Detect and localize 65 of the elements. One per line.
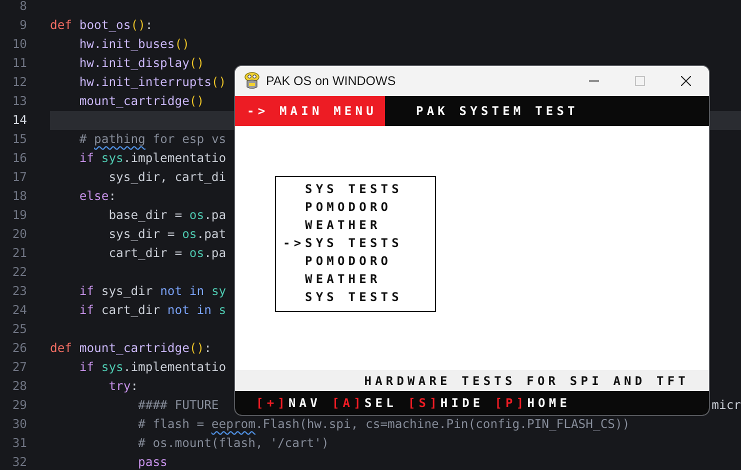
line-number: 15 (11, 131, 27, 148)
line-number: 19 (11, 207, 27, 224)
line-number: 29 (11, 397, 27, 414)
snake-icon (244, 72, 260, 90)
menu-item[interactable]: POMODORO (283, 252, 392, 270)
line-number: 13 (11, 93, 27, 110)
line-number: 10 (11, 36, 27, 54)
code-line: sys_dir, cart_di (108, 169, 226, 186)
line-number: 25 (11, 321, 27, 338)
close-icon (681, 76, 691, 86)
menu-label: -> MAIN MENU (235, 96, 385, 126)
code-line: hw.init_display() (78, 55, 204, 72)
code-line: cart_dir = os.pa (108, 245, 226, 262)
line-number: 16 (11, 150, 27, 168)
line-number: 12 (11, 74, 27, 92)
code-line: # pathing for esp vs (78, 131, 226, 148)
window-title: PAK OS on WINDOWS (266, 72, 396, 90)
code-line: pass (137, 454, 168, 470)
menu-item[interactable]: SYS TESTS (283, 180, 402, 198)
code-line: if sys.implementatio (78, 150, 226, 168)
menu-item[interactable]: ->SYS TESTS (283, 234, 402, 252)
code-line: #### FUTURE (137, 397, 219, 414)
code-line: # os.mount(flash, '/cart') (137, 435, 329, 452)
code-line: def mount_cartridge(): (50, 340, 212, 358)
line-number: 23 (11, 283, 27, 300)
menu-item[interactable]: WEATHER (283, 270, 381, 288)
code-line: if sys.implementatio (78, 359, 226, 376)
code-line: # flash = eeprom.Flash(hw.spi, cs=machine.Pin(config.PIN_FLASH_CS)) (137, 416, 630, 434)
menu-item[interactable]: SYS TESTS (283, 288, 402, 306)
line-number: 17 (11, 169, 27, 186)
code-line: if sys_dir not in sy (78, 283, 226, 300)
line-number: 21 (11, 245, 27, 262)
line-number: 26 (11, 340, 27, 358)
code-line: hw.init_interrupts() (78, 74, 226, 92)
code-line: if cart_dir not in s (78, 302, 226, 320)
line-number: 20 (11, 226, 27, 244)
line-number: 18 (11, 188, 27, 206)
line-number: 24 (11, 302, 27, 320)
line-number: 14 (11, 112, 27, 130)
code-line: mount_cartridge() (78, 93, 204, 110)
line-number: 8 (18, 0, 27, 16)
line-number: 22 (11, 264, 27, 282)
line-number: 9 (18, 17, 27, 34)
line-number: 32 (11, 454, 27, 470)
maximize-icon (635, 76, 645, 86)
control-hint: [A]SEL (332, 395, 397, 412)
line-number: 27 (11, 359, 27, 376)
line-number: 11 (11, 55, 27, 72)
line-number: 31 (11, 435, 27, 452)
code-line: try: (108, 378, 138, 396)
code-line: base_dir = os.pa (108, 207, 226, 224)
code-line: sys_dir = os.pat (108, 226, 226, 244)
code-line: def boot_os(): (50, 17, 153, 34)
status-text: HARDWARE TESTS FOR SPI AND TFT (364, 372, 689, 390)
code-line: else: (78, 188, 116, 206)
menu-item[interactable]: WEATHER (283, 216, 381, 234)
control-hint: [P]HOME (494, 395, 571, 412)
control-hint: [+]NAV (256, 395, 321, 412)
menu-item[interactable]: POMODORO (283, 198, 392, 216)
code-line: hw.init_buses() (78, 36, 190, 54)
code-text: micr (712, 397, 741, 414)
line-number: 28 (11, 378, 27, 396)
line-number: 30 (11, 416, 27, 434)
control-hint: [S]HIDE (408, 395, 484, 412)
app-title: PAK SYSTEM TEST (415, 103, 578, 120)
